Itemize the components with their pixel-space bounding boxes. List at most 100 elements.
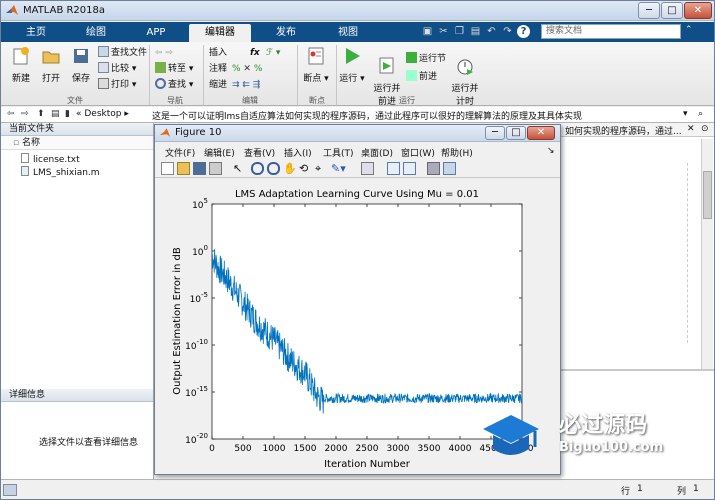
nav-back-forward-icon[interactable]: ⇦ ⇨ xyxy=(155,46,173,60)
figure-maximize-button[interactable]: □ xyxy=(506,126,526,140)
breadcrumb[interactable]: « Desktop ▸ xyxy=(76,109,129,119)
save-button[interactable]: 保存 xyxy=(67,46,95,84)
goto-label: 转至 xyxy=(168,64,187,74)
search-documentation-input[interactable]: 搜索文档 xyxy=(541,24,681,39)
save-icon xyxy=(74,49,88,63)
indent-button[interactable]: 缩进 xyxy=(209,78,227,92)
find-files-button[interactable]: 查找文件 xyxy=(98,46,147,60)
advance-button[interactable]: 前进 xyxy=(406,70,437,84)
folder-icon[interactable]: ▮ xyxy=(65,109,70,119)
menu-window[interactable]: 窗口(W) xyxy=(401,146,435,159)
zoom-in-icon[interactable] xyxy=(251,162,264,175)
breadcrumb-desktop[interactable]: Desktop xyxy=(84,109,121,119)
run-section-button[interactable]: 运行节 xyxy=(406,52,446,66)
menu-edit[interactable]: 编辑(E) xyxy=(204,146,235,159)
panel-menu-icon[interactable]: ⊙ xyxy=(701,124,709,134)
dock-arrow-icon[interactable]: ↘ xyxy=(547,146,555,156)
details-header: 详细信息 xyxy=(1,389,153,402)
close-button[interactable]: ✕ xyxy=(684,2,712,19)
row-label: 行 xyxy=(621,487,631,497)
comment-label: 注释 xyxy=(209,64,228,74)
show-plot-tools-icon[interactable] xyxy=(443,162,456,175)
menu-help[interactable]: 帮助(H) xyxy=(441,146,473,159)
menu-desktop[interactable]: 桌面(D) xyxy=(361,146,393,159)
link-plot-icon[interactable] xyxy=(361,162,374,175)
print-figure-icon[interactable] xyxy=(209,162,222,175)
path-dropdown-icon[interactable]: ▾ xyxy=(683,109,688,119)
collapse-ribbon-button[interactable]: ⌃ xyxy=(685,25,693,35)
name-column-header[interactable]: ▫ 名称 xyxy=(1,136,153,150)
browse-icon[interactable]: ▤ xyxy=(51,109,60,119)
data-cursor-icon[interactable]: ⌖ xyxy=(315,162,328,175)
indent-icons[interactable]: ⇉ ⇇ ⇶ xyxy=(232,78,260,92)
compare-button[interactable]: 比较 ▾ xyxy=(98,62,136,76)
paste-quick-icon[interactable]: ▤ xyxy=(469,25,482,38)
up-folder-icon[interactable]: ⬆ xyxy=(37,109,45,119)
save-figure-icon[interactable] xyxy=(193,162,206,175)
help-icon[interactable]: ? xyxy=(517,25,530,38)
legend-icon[interactable] xyxy=(403,162,416,175)
save-quick-icon[interactable]: ▣ xyxy=(421,25,434,38)
redo-quick-icon[interactable]: ↷ xyxy=(501,25,514,38)
run-section-icon xyxy=(406,52,417,63)
open-file-icon[interactable] xyxy=(177,162,190,175)
open-button[interactable]: 打开 xyxy=(37,46,65,84)
file-item[interactable]: LMS_shixian.m xyxy=(21,166,153,179)
menu-file[interactable]: 文件(F) xyxy=(165,146,195,159)
rotate-icon[interactable]: ⟲ xyxy=(299,162,312,175)
figure-close-button[interactable]: ✕ xyxy=(527,126,555,140)
open-folder-icon xyxy=(42,51,60,64)
print-button[interactable]: 打印 ▾ xyxy=(98,78,136,92)
vertical-scrollbar[interactable] xyxy=(701,139,713,369)
indent-label: 缩进 xyxy=(209,80,228,90)
figure-minimize-button[interactable]: ─ xyxy=(485,126,505,140)
maximize-button[interactable]: □ xyxy=(661,2,683,19)
y-tick-exponent: -20 xyxy=(197,432,208,440)
breakpoints-button[interactable]: 断点 ▾ xyxy=(301,46,331,84)
details-title: 详细信息 xyxy=(9,390,46,400)
scrollbar-thumb[interactable] xyxy=(703,171,712,219)
run-section-label: 运行节 xyxy=(419,54,447,64)
zoom-out-icon[interactable] xyxy=(267,162,280,175)
hide-plot-tools-icon[interactable] xyxy=(427,162,440,175)
new-button[interactable]: 新建 xyxy=(7,46,35,84)
axes-box xyxy=(211,203,523,440)
copy-quick-icon[interactable]: ❐ xyxy=(453,25,466,38)
menu-view[interactable]: 查看(V) xyxy=(244,146,275,159)
col-value: 1 xyxy=(693,484,699,494)
run-button[interactable]: 运行 ▾ xyxy=(339,46,365,84)
colorbar-icon[interactable] xyxy=(387,162,400,175)
editor-tab[interactable]: 如何实现的程序源码，通过... ✕ ⊙ xyxy=(561,123,714,137)
tab-apps[interactable]: APP xyxy=(127,24,185,42)
function-fx-button[interactable]: fx xyxy=(250,46,260,60)
new-figure-icon[interactable] xyxy=(161,162,174,175)
search-icon xyxy=(155,78,166,89)
undo-quick-icon[interactable]: ↶ xyxy=(485,25,498,38)
pan-hand-icon[interactable]: ✋ xyxy=(283,162,297,175)
cut-quick-icon[interactable]: ✂ xyxy=(437,25,450,38)
tab-home[interactable]: 主页 xyxy=(7,24,65,42)
find-button[interactable]: 查找 ▾ xyxy=(155,78,193,92)
comment-percent-icon[interactable]: % ✕ % xyxy=(232,62,262,76)
insert-label: 插入 xyxy=(209,48,228,58)
comment-button[interactable]: 注释 xyxy=(209,62,227,76)
goto-button[interactable]: 转至 ▾ xyxy=(155,62,193,76)
insert-button[interactable]: 插入 xyxy=(209,46,227,60)
tab-editor[interactable]: 编辑器 xyxy=(189,24,251,42)
forward-icon[interactable]: ⇨ xyxy=(21,109,29,119)
search-folder-icon[interactable]: ⌕ xyxy=(698,109,703,119)
tab-view[interactable]: 视图 xyxy=(319,24,377,42)
tab-plots[interactable]: 绘图 xyxy=(67,24,125,42)
tab-publish[interactable]: 发布 xyxy=(255,24,317,42)
menu-tools[interactable]: 工具(T) xyxy=(323,146,354,159)
file-item[interactable]: license.txt xyxy=(21,153,153,166)
minimize-button[interactable]: ─ xyxy=(638,2,660,19)
menu-insert[interactable]: 插入(I) xyxy=(284,146,312,159)
brush-icon[interactable]: ✎▾ xyxy=(331,162,346,175)
back-icon[interactable]: ⇦ xyxy=(7,109,15,119)
right-margin-line xyxy=(687,163,697,343)
close-editor-icon[interactable]: ✕ xyxy=(687,124,695,134)
insert-function-icon[interactable]: ℱ ▾ xyxy=(266,46,280,60)
pointer-icon[interactable]: ↖ xyxy=(233,162,246,175)
find-label: 查找 xyxy=(168,80,187,90)
